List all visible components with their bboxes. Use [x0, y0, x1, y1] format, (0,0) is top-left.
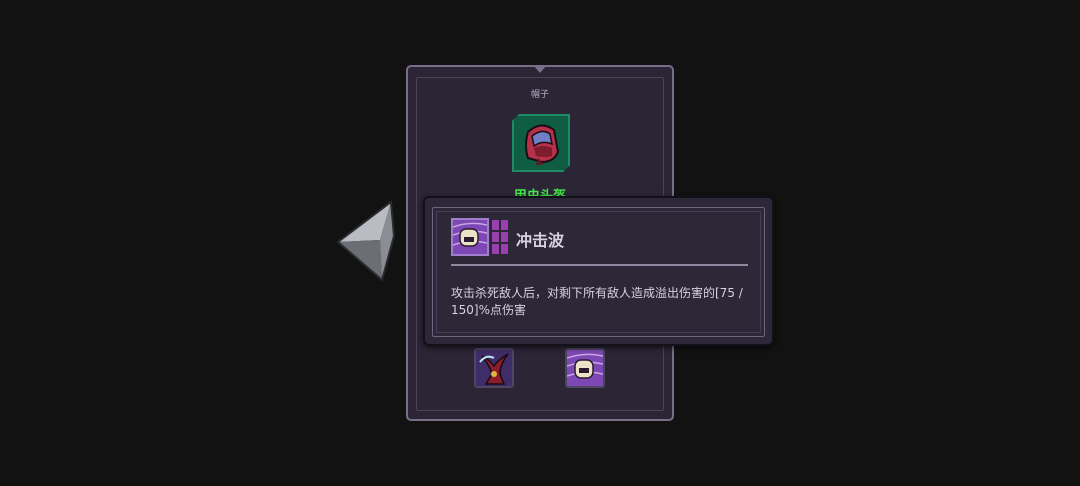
panel-notch: [533, 65, 547, 73]
skill-description: 攻击杀死敌人后，对剩下所有敌人造成溢出伤害的[75 / 150]%点伤害: [451, 286, 743, 317]
skill-tooltip: 冲击波 攻击杀死敌人后，对剩下所有敌人造成溢出伤害的[75 / 150]%点伤害: [423, 196, 774, 346]
slot-title: 帽子: [530, 90, 549, 100]
beetle-helmet-icon[interactable]: [512, 114, 570, 172]
skill-slot-2[interactable]: [565, 348, 605, 388]
shockwave-skill-icon: [451, 218, 489, 256]
game-screen: 帽子 甲虫头盔: [0, 0, 1080, 486]
skill-slot-1[interactable]: [474, 348, 514, 388]
shockwave-skill-icon: [567, 350, 603, 386]
skill-name: 冲击波: [516, 231, 565, 250]
skill-level-pips: [492, 220, 508, 254]
horned-demon-skill-icon: [476, 350, 512, 386]
left-arrow-icon[interactable]: [336, 200, 396, 284]
tooltip-divider: [451, 264, 748, 266]
